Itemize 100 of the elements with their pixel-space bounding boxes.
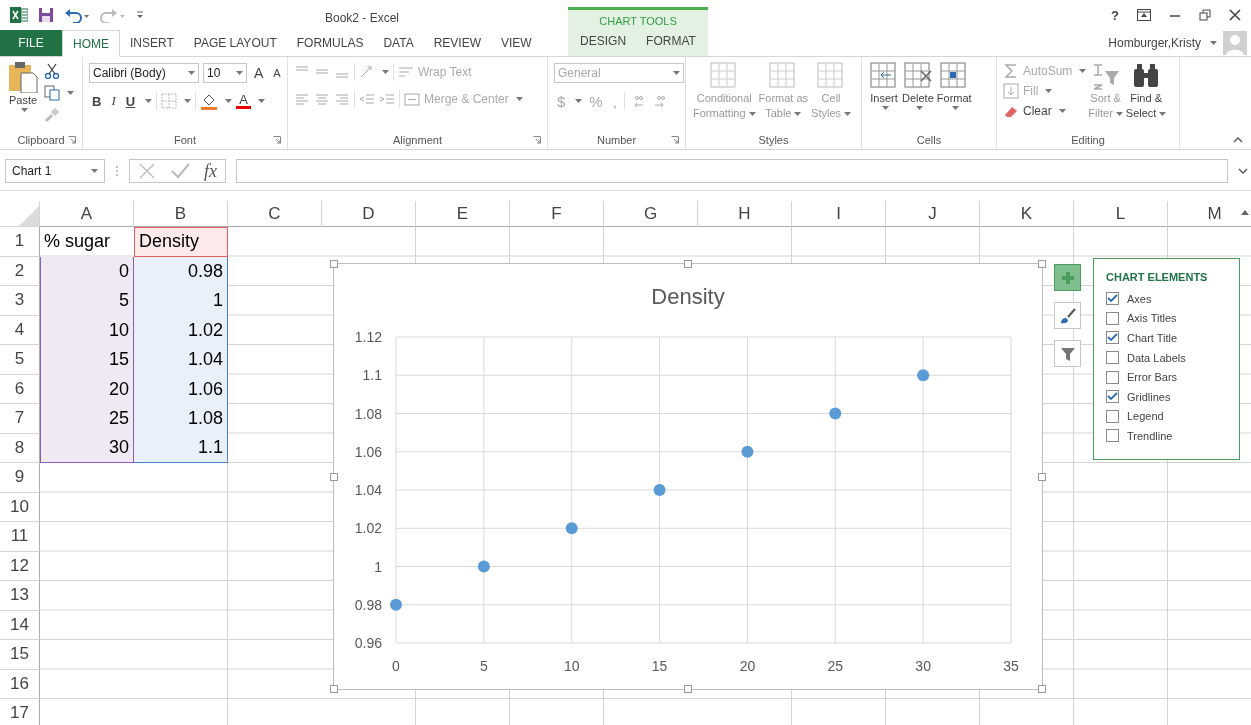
row-header[interactable]: 15 — [0, 640, 40, 670]
column-header[interactable]: C — [228, 201, 322, 227]
table-cell: 1.1 — [134, 433, 228, 463]
italic-button[interactable]: I — [108, 93, 119, 109]
group-label: Clipboard — [17, 134, 65, 146]
shrink-font-button[interactable]: A — [270, 67, 284, 79]
redo-icon[interactable] — [100, 7, 126, 23]
caret-icon — [748, 112, 756, 117]
row-header[interactable]: 7 — [0, 404, 40, 434]
chart-filters-button[interactable] — [1054, 340, 1081, 367]
ribbon-tab[interactable]: FORMULAS — [286, 30, 374, 56]
resize-handle[interactable] — [684, 260, 692, 268]
axis-tick-label: 15 — [651, 658, 668, 674]
checkbox[interactable] — [1106, 292, 1119, 306]
cells-button[interactable]: Insert — [868, 61, 900, 110]
row-header[interactable]: 5 — [0, 345, 40, 375]
caret-icon — [1058, 109, 1066, 113]
resize-handle[interactable] — [1038, 685, 1046, 693]
dialog-launcher-icon[interactable] — [671, 136, 679, 144]
row-header[interactable]: 1 — [0, 227, 40, 257]
checkbox-label: Error Bars — [1127, 371, 1178, 384]
paste-button[interactable]: Paste — [6, 61, 40, 112]
checkbox-label: Axis Titles — [1127, 312, 1177, 325]
resize-handle[interactable] — [330, 685, 338, 693]
grow-font-button[interactable]: A — [251, 65, 267, 81]
insert-function-button[interactable]: fx — [204, 160, 217, 182]
checkbox-label: Trendline — [1127, 429, 1173, 442]
table-cell: 15 — [40, 345, 134, 375]
caret-icon — [91, 169, 98, 173]
column-header[interactable]: G — [604, 201, 698, 227]
dialog-launcher-icon[interactable] — [533, 136, 541, 144]
row-header[interactable]: 3 — [0, 286, 40, 316]
row-header[interactable]: 9 — [0, 463, 40, 493]
caret-icon — [67, 91, 74, 95]
save-icon[interactable] — [38, 7, 54, 23]
checkbox[interactable] — [1106, 370, 1119, 384]
bold-button[interactable]: B — [89, 93, 105, 109]
resize-handle[interactable] — [330, 472, 338, 481]
ribbon-tab[interactable]: DESIGN — [570, 29, 637, 53]
editing-button[interactable]: Clear — [1003, 103, 1066, 119]
chart-area[interactable]: Density 0.96 0.98 1 1.02 1.04 1.06 1.08 1.1 1.12 0 5 10 15 20 25 30 35 — [333, 263, 1043, 690]
name-box[interactable]: Chart 1 — [5, 159, 105, 183]
axis-tick-label: 1.08 — [354, 405, 382, 422]
paintbrush-icon[interactable] — [44, 107, 60, 123]
ribbon-tab[interactable]: FILE — [0, 30, 62, 56]
scroll-up-icon[interactable] — [1241, 209, 1249, 215]
checkbox[interactable] — [1106, 311, 1119, 325]
caret-icon — [257, 99, 265, 103]
scissors-icon[interactable] — [44, 63, 60, 79]
caret-icon — [1210, 41, 1217, 45]
resize-handle[interactable] — [684, 685, 692, 693]
ribbon-tab[interactable]: PAGE LAYOUT — [183, 30, 287, 56]
row-header[interactable]: 11 — [0, 522, 40, 552]
restore-icon[interactable] — [1199, 9, 1211, 21]
table-cell: 25 — [40, 404, 134, 434]
table-cell: 1.08 — [134, 404, 228, 434]
user-name[interactable]: Homburger,Kristy — [1108, 36, 1201, 50]
fill-color-icon[interactable] — [200, 92, 219, 110]
dialog-launcher-icon[interactable] — [68, 136, 76, 144]
undo-icon[interactable] — [64, 7, 90, 23]
row-header[interactable]: 13 — [0, 581, 40, 611]
column-header[interactable]: A — [40, 201, 134, 227]
customize-toolbar-icon[interactable] — [136, 11, 144, 19]
dialog-launcher-icon[interactable] — [273, 136, 281, 144]
copy-icon[interactable] — [44, 85, 60, 101]
underline-button[interactable]: U — [122, 93, 139, 109]
collapse-ribbon-icon[interactable] — [1233, 137, 1243, 143]
check-icon[interactable] — [170, 162, 190, 180]
font-color-button[interactable]: A — [236, 93, 251, 109]
resize-handle[interactable] — [330, 260, 338, 268]
checkbox-label: Gridlines — [1127, 390, 1171, 403]
table-cell: 30 — [40, 433, 134, 463]
ribbon-tab[interactable]: HOME — [62, 30, 120, 57]
formula-input[interactable] — [236, 159, 1228, 183]
font-name-field[interactable]: Calibri (Body) — [89, 63, 199, 83]
ribbon-tab[interactable]: DATA — [373, 30, 424, 56]
find-select-button[interactable]: Find & Select — [1124, 61, 1168, 121]
expand-icon[interactable] — [1238, 168, 1248, 174]
checkbox[interactable] — [1106, 429, 1119, 443]
cancel-icon[interactable] — [138, 162, 156, 180]
chart-styles-button[interactable] — [1054, 302, 1081, 329]
caret-icon — [1079, 69, 1087, 73]
cells-button[interactable]: Delete — [901, 61, 935, 110]
cells-button[interactable]: Format — [935, 61, 973, 110]
close-icon[interactable] — [1229, 9, 1241, 21]
clipboard-icon — [7, 61, 39, 93]
ribbon-tab[interactable]: REVIEW — [423, 30, 491, 56]
ribbon-tab[interactable]: VIEW — [491, 30, 542, 56]
help-button[interactable]: ? — [1111, 7, 1119, 23]
checkbox[interactable] — [1106, 409, 1119, 423]
checkbox[interactable] — [1106, 331, 1119, 345]
checkbox[interactable] — [1106, 390, 1119, 404]
ribbon-display-icon[interactable] — [1137, 9, 1151, 21]
resize-handle[interactable] — [1038, 472, 1046, 481]
spreadsheet-app-icon[interactable] — [10, 7, 28, 23]
ribbon-tab[interactable]: INSERT — [120, 30, 184, 56]
ribbon-tab[interactable]: FORMAT — [636, 29, 706, 53]
checkbox[interactable] — [1106, 351, 1119, 365]
resize-handle[interactable] — [1038, 260, 1046, 268]
font-size-field[interactable]: 10 — [203, 63, 247, 83]
